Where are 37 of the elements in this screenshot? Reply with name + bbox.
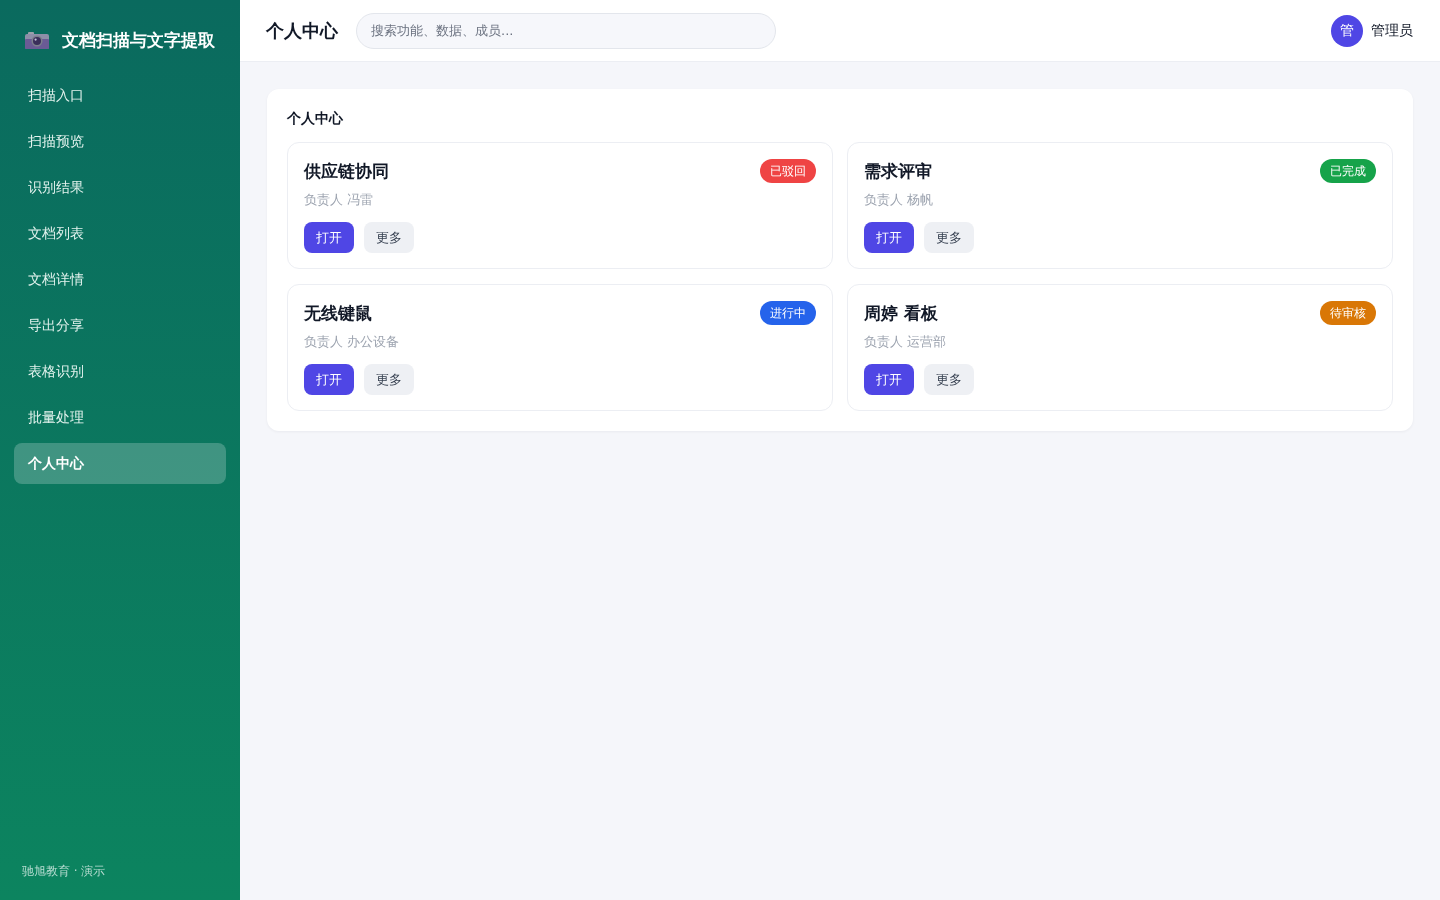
page-title: 个人中心: [266, 18, 338, 43]
open-button[interactable]: 打开: [864, 222, 914, 253]
card-title: 供应链协同: [304, 159, 389, 183]
status-badge: 进行中: [760, 301, 816, 325]
user-avatar: 管: [1331, 14, 1363, 47]
card-title: 需求评审: [864, 159, 932, 183]
app-title: 文档扫描与文字提取: [62, 28, 215, 52]
footer-text: 驰旭教育 · 演示: [21, 863, 107, 880]
card-title: 周婷 看板: [864, 301, 938, 325]
open-button[interactable]: 打开: [864, 364, 914, 395]
open-button[interactable]: 打开: [304, 222, 354, 253]
owner-text: 负责人 办公设备: [304, 333, 401, 351]
sidebar-item[interactable]: 扫描入口: [14, 75, 226, 116]
owner-text: 负责人 冯雷: [304, 191, 375, 209]
search-field[interactable]: 搜索功能、数据、成员...: [356, 12, 776, 49]
sidebar-item[interactable]: 文档列表: [14, 213, 226, 254]
sidebar-item[interactable]: 批量处理: [14, 397, 226, 438]
open-button[interactable]: 打开: [304, 364, 354, 395]
sidebar-item[interactable]: 表格识别: [14, 351, 226, 392]
more-button[interactable]: 更多: [364, 222, 414, 253]
status-badge: 待审核: [1320, 301, 1376, 325]
sidebar-item[interactable]: 扫描预览: [14, 121, 226, 162]
more-button[interactable]: 更多: [364, 364, 414, 395]
owner-text: 负责人 杨帆: [864, 191, 935, 209]
more-button[interactable]: 更多: [924, 364, 974, 395]
status-badge: 已完成: [1320, 159, 1376, 183]
card-title: 无线键鼠: [304, 301, 372, 325]
panel-title: 个人中心: [287, 109, 344, 127]
sidebar-item[interactable]: 导出分享: [14, 305, 226, 346]
sidebar-item[interactable]: 文档详情: [14, 259, 226, 300]
owner-text: 负责人 运营部: [864, 333, 948, 351]
user-name: 管理员: [1371, 21, 1413, 40]
sidebar-item[interactable]: 个人中心: [14, 443, 226, 484]
sidebar-item[interactable]: 识别结果: [14, 167, 226, 208]
status-badge: 已驳回: [760, 159, 816, 183]
more-button[interactable]: 更多: [924, 222, 974, 253]
camera-icon: [25, 31, 49, 49]
